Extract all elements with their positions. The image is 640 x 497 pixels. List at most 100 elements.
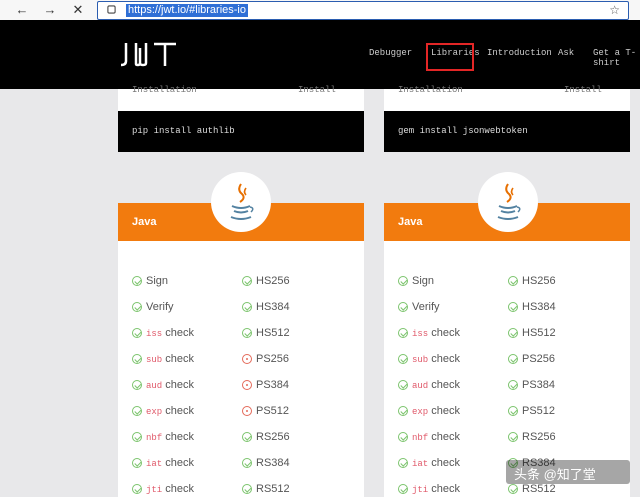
check-label: check	[165, 457, 195, 469]
address-bar[interactable]: https://jwt.io/#libraries-io ☆	[97, 1, 629, 20]
claim-code: iss	[146, 329, 163, 339]
nav-ask[interactable]: Ask	[558, 48, 574, 58]
check-circle-icon	[508, 328, 518, 338]
claim-check-row: aud check	[398, 379, 460, 391]
close-tab-icon[interactable]: ✕	[70, 2, 86, 18]
check-circle-icon	[398, 354, 408, 364]
back-arrow-icon[interactable]: ←	[14, 2, 30, 18]
claim-code: iat	[146, 459, 163, 469]
check-label: check	[431, 353, 461, 365]
algorithm-row: PS256	[508, 353, 555, 365]
algorithm-row: HS512	[242, 327, 290, 339]
partial-support-icon	[242, 406, 252, 416]
nav-get-tshirt[interactable]: Get a T-shirt	[593, 48, 640, 68]
check-label: Verify	[146, 301, 174, 313]
claim-check-row: Verify	[398, 301, 440, 313]
check-label: check	[165, 353, 195, 365]
algorithm-row: PS384	[242, 379, 289, 391]
java-icon	[497, 183, 521, 220]
check-circle-icon	[242, 458, 252, 468]
algorithm-label: HS512	[522, 327, 556, 339]
check-label: check	[431, 405, 461, 417]
watermark: 头条 @知了堂	[506, 460, 630, 484]
algorithm-row: HS256	[508, 275, 556, 287]
algorithm-row: RS256	[508, 431, 556, 443]
claim-code: exp	[412, 407, 429, 417]
claim-code: jti	[412, 485, 429, 495]
java-logo-badge	[211, 172, 271, 232]
check-circle-icon	[132, 276, 142, 286]
partial-support-icon	[242, 380, 252, 390]
claim-code: exp	[146, 407, 163, 417]
check-circle-icon	[242, 276, 252, 286]
nav-introduction[interactable]: Introduction	[487, 48, 552, 58]
algorithm-row: RS512	[242, 483, 290, 495]
claim-check-row: nbf check	[398, 431, 460, 443]
claim-check-row: iss check	[132, 327, 194, 339]
browser-toolbar: ← → ✕ https://jwt.io/#libraries-io ☆	[0, 0, 640, 21]
check-circle-icon	[242, 432, 252, 442]
algorithm-label: PS256	[256, 353, 290, 365]
check-label: check	[165, 327, 195, 339]
claim-code: nbf	[412, 433, 429, 443]
install-fragment: Installation	[132, 85, 197, 95]
check-circle-icon	[132, 354, 142, 364]
algorithm-row: PS512	[508, 405, 555, 417]
algorithm-label: HS512	[256, 327, 290, 339]
install-command-box[interactable]: gem install jsonwebtoken	[384, 111, 630, 152]
check-label: check	[431, 327, 461, 339]
check-circle-icon	[508, 302, 518, 312]
algorithm-row: HS256	[242, 275, 290, 287]
check-circle-icon	[242, 484, 252, 494]
claim-code: jti	[146, 485, 163, 495]
check-label: check	[431, 431, 461, 443]
check-circle-icon	[242, 302, 252, 312]
check-circle-icon	[508, 276, 518, 286]
forward-arrow-icon[interactable]: →	[42, 2, 58, 18]
check-circle-icon	[132, 302, 142, 312]
install-fragment-right: Install	[298, 85, 336, 95]
check-circle-icon	[132, 380, 142, 390]
claim-check-row: iat check	[398, 457, 460, 469]
url-text[interactable]: https://jwt.io/#libraries-io	[126, 4, 248, 17]
algorithm-label: PS512	[256, 405, 290, 417]
install-command-box[interactable]: pip install authlib	[118, 111, 364, 152]
claim-check-row: sub check	[132, 353, 194, 365]
claim-check-row: exp check	[132, 405, 194, 417]
algorithm-row: HS384	[508, 301, 556, 313]
libraries-highlight-box	[426, 43, 474, 71]
watermark-text: 头条 @知了堂	[514, 467, 596, 482]
algorithm-label: PS384	[522, 379, 556, 391]
check-circle-icon	[398, 458, 408, 468]
check-circle-icon	[508, 432, 518, 442]
claim-check-row: Verify	[132, 301, 174, 313]
check-circle-icon	[132, 458, 142, 468]
algorithm-label: PS384	[256, 379, 290, 391]
check-label: check	[165, 431, 195, 443]
check-circle-icon	[132, 432, 142, 442]
check-circle-icon	[132, 484, 142, 494]
page-icon	[107, 5, 116, 14]
check-circle-icon	[132, 406, 142, 416]
check-circle-icon	[242, 328, 252, 338]
jwt-logo[interactable]	[116, 40, 186, 68]
algorithm-row: PS512	[242, 405, 289, 417]
algorithm-label: RS512	[256, 483, 290, 495]
claim-check-row: nbf check	[132, 431, 194, 443]
algorithm-label: PS512	[522, 405, 556, 417]
algorithm-row: RS512	[508, 483, 556, 495]
check-circle-icon	[508, 406, 518, 416]
bookmark-icon[interactable]: ☆	[609, 3, 620, 17]
claim-code: iss	[412, 329, 429, 339]
claim-check-row: exp check	[398, 405, 460, 417]
check-label: check	[165, 405, 195, 417]
nav-debugger[interactable]: Debugger	[369, 48, 412, 58]
claim-check-row: iss check	[398, 327, 460, 339]
install-command: pip install authlib	[132, 126, 235, 136]
check-label: check	[431, 457, 461, 469]
algorithm-label: HS256	[256, 275, 290, 287]
install-command: gem install jsonwebtoken	[398, 126, 528, 136]
check-circle-icon	[508, 354, 518, 364]
check-label: Sign	[146, 275, 169, 287]
claim-code: sub	[146, 355, 163, 365]
